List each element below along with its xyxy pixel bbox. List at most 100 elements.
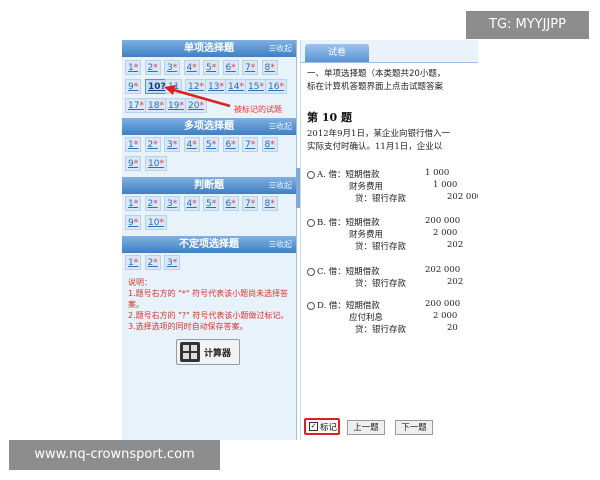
unanswered-indicator: * — [139, 101, 144, 111]
unanswered-indicator: * — [153, 140, 158, 150]
stem-line-1: 2012年9月1日，某企业向银行借入一 — [307, 129, 450, 139]
section-header-judge[interactable]: 判断题 ☰收起 — [122, 177, 296, 194]
question-uncertain-3-button[interactable]: 3* — [164, 255, 181, 270]
question-judge-10-button[interactable]: 10* — [145, 215, 167, 230]
calculator-icon — [180, 342, 200, 362]
question-single-15-button[interactable]: 15* — [245, 79, 267, 94]
question-title: 第 10 题 — [307, 111, 352, 124]
unanswered-indicator: * — [172, 258, 178, 268]
question-number: 10 — [148, 159, 160, 169]
unanswered-indicator: * — [250, 140, 256, 150]
unanswered-indicator: * — [231, 140, 236, 150]
unanswered-indicator: * — [159, 218, 164, 228]
collapse-multi-button[interactable]: ☰收起 — [269, 118, 292, 135]
question-single-1-button[interactable]: 1* — [125, 60, 142, 75]
collapse-single-button[interactable]: ☰收起 — [269, 40, 292, 57]
question-multi-4-button[interactable]: 4* — [183, 137, 200, 152]
question-multi-6-button[interactable]: 6* — [222, 137, 239, 152]
unanswered-indicator: * — [250, 199, 256, 209]
question-multi-3-button[interactable]: 3* — [164, 137, 181, 152]
question-uncertain-2-button[interactable]: 2* — [144, 255, 161, 270]
question-multi-9-button[interactable]: 9* — [125, 156, 142, 171]
question-multi-5-button[interactable]: 5* — [203, 137, 220, 152]
section-header-single[interactable]: 单项选择题 ☰收起 — [122, 40, 296, 57]
unanswered-indicator: * — [250, 63, 256, 73]
question-single-7-button[interactable]: 7* — [242, 60, 259, 75]
collapse-uncertain-button[interactable]: ☰收起 — [269, 236, 292, 253]
option-line: 应付利息 — [349, 313, 384, 323]
question-judge-7-button[interactable]: 7* — [242, 196, 259, 211]
unanswered-indicator: * — [153, 63, 158, 73]
option-amount: 2 000 — [433, 228, 458, 238]
question-multi-1-button[interactable]: 1* — [125, 137, 142, 152]
unanswered-indicator: * — [172, 63, 178, 73]
option-a-radio[interactable]: A. 借：短期借款 — [307, 168, 380, 180]
radio-icon[interactable] — [307, 301, 315, 310]
radio-icon[interactable] — [307, 218, 315, 227]
option-d-radio[interactable]: D. 借：短期借款 — [307, 299, 380, 311]
stem-line-2: 实际支付时确认。11月1日，企业以 — [307, 142, 443, 152]
question-number: 10 — [148, 218, 160, 228]
radio-icon[interactable] — [307, 170, 315, 179]
question-single-17-button[interactable]: 17* — [125, 98, 147, 113]
calculator-button[interactable]: 计算器 — [176, 339, 240, 365]
option-amount: 200 000 — [425, 216, 461, 226]
exam-window: 单项选择题 ☰收起 1*2*3*4*5*6*7*8*9*10?1112*13*1… — [122, 40, 478, 440]
section-header-multi[interactable]: 多项选择题 ☰收起 — [122, 118, 296, 135]
note-line-3: 3.选择选项的同时自动保存答案。 — [128, 322, 248, 331]
question-judge-8-button[interactable]: 8* — [261, 196, 278, 211]
mark-checkbox[interactable]: ✓ — [309, 422, 318, 431]
tab-exam[interactable]: 试卷 — [305, 44, 369, 62]
question-single-3-button[interactable]: 3* — [164, 60, 181, 75]
radio-icon[interactable] — [307, 267, 315, 276]
question-uncertain-1-button[interactable]: 1* — [125, 255, 142, 270]
url-watermark: www.nq-crownsport.com — [9, 440, 220, 470]
section-instruction: 一、单项选择题（本类题共20小题， 标在计算机答题界面上点击试题答案 — [307, 68, 478, 94]
unanswered-indicator: * — [133, 218, 139, 228]
unanswered-indicator: * — [231, 199, 236, 209]
option-line: 财务费用 — [349, 230, 384, 240]
instruction-line-1: 一、单项选择题（本类题共20小题， — [307, 69, 446, 79]
section-header-uncertain[interactable]: 不定项选择题 ☰收起 — [122, 236, 296, 253]
question-multi-8-button[interactable]: 8* — [261, 137, 278, 152]
question-judge-9-button[interactable]: 9* — [125, 215, 142, 230]
question-multi-2-button[interactable]: 2* — [144, 137, 161, 152]
unanswered-indicator: * — [211, 63, 217, 73]
unanswered-indicator: * — [270, 199, 275, 209]
mark-question-toggle[interactable]: ✓ 标记 — [304, 418, 340, 435]
question-single-2-button[interactable]: 2* — [144, 60, 161, 75]
question-judge-3-button[interactable]: 3* — [164, 196, 181, 211]
question-single-6-button[interactable]: 6* — [222, 60, 239, 75]
next-question-button[interactable]: 下一题 — [395, 420, 433, 435]
section-title-multi: 多项选择题 — [184, 121, 234, 132]
option-line: 贷：银行存款 — [355, 325, 407, 335]
question-judge-2-button[interactable]: 2* — [144, 196, 161, 211]
question-judge-4-button[interactable]: 4* — [183, 196, 200, 211]
question-multi-10-button[interactable]: 10* — [145, 156, 167, 171]
option-line: 贷：银行存款 — [355, 242, 407, 252]
marked-question-annotation: 被标记的试题 — [234, 105, 282, 114]
question-single-4-button[interactable]: 4* — [183, 60, 200, 75]
collapse-judge-button[interactable]: ☰收起 — [269, 177, 292, 194]
question-multi-7-button[interactable]: 7* — [242, 137, 259, 152]
question-single-8-button[interactable]: 8* — [261, 60, 278, 75]
option-amount: 1 000 — [433, 180, 458, 190]
option-line: 财务费用 — [349, 182, 384, 192]
question-judge-5-button[interactable]: 5* — [203, 196, 220, 211]
unanswered-indicator: * — [172, 199, 178, 209]
option-b-radio[interactable]: B. 借：短期借款 — [307, 216, 380, 228]
option-amount: 202 — [447, 240, 464, 250]
question-single-9-button[interactable]: 9* — [125, 79, 142, 94]
unanswered-indicator: * — [211, 140, 217, 150]
previous-question-button[interactable]: 上一题 — [347, 420, 385, 435]
unanswered-indicator: * — [192, 63, 197, 73]
question-judge-6-button[interactable]: 6* — [222, 196, 239, 211]
unanswered-indicator: * — [172, 140, 178, 150]
question-single-5-button[interactable]: 5* — [203, 60, 220, 75]
option-amount: 202 000 — [447, 192, 478, 202]
unanswered-indicator: * — [211, 199, 217, 209]
option-c-radio[interactable]: C. 借：短期借款 — [307, 265, 380, 277]
question-judge-1-button[interactable]: 1* — [125, 196, 142, 211]
section-title-single: 单项选择题 — [184, 43, 234, 54]
question-single-16-button[interactable]: 16* — [265, 79, 287, 94]
